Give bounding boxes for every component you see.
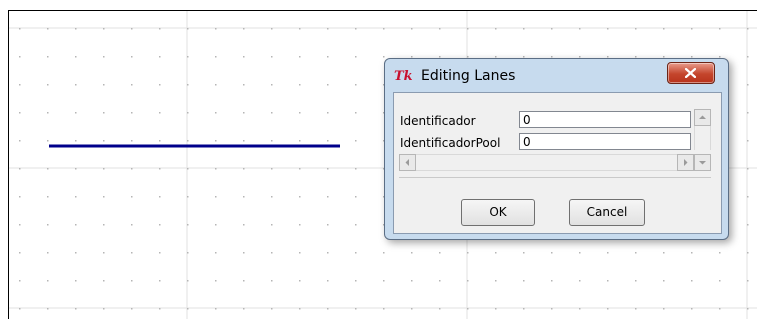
identificador-label: Identificador [400,114,476,128]
identificador-pool-label: IdentificadorPool [400,136,501,150]
separator [399,177,711,178]
scroll-right-button[interactable] [677,154,694,171]
arrow-left-icon [405,159,409,166]
cancel-button[interactable]: Cancel [569,199,645,226]
scroll-left-button[interactable] [399,154,416,171]
editing-lanes-dialog: Tk Editing Lanes Identificador 0 Identif… [384,58,729,240]
close-button[interactable] [667,62,715,84]
identificador-field[interactable]: 0 [519,111,691,128]
ok-button[interactable]: OK [461,199,535,226]
dialog-title: Editing Lanes [421,68,516,84]
horizontal-scroll-track[interactable] [416,154,677,171]
scroll-up-button[interactable] [694,109,711,126]
arrow-right-icon [684,159,688,166]
dialog-titlebar[interactable]: Tk Editing Lanes [385,59,728,91]
vertical-scroll-track[interactable] [694,126,711,150]
arrow-up-icon [699,115,706,119]
scroll-down-button[interactable] [694,154,711,171]
dialog-content: Identificador 0 IdentificadorPool 0 OK C… [393,92,722,234]
identificador-pool-field[interactable]: 0 [519,133,691,150]
tk-logo-icon: Tk [394,69,413,84]
arrow-down-icon [699,161,706,165]
close-x-icon [685,68,696,78]
